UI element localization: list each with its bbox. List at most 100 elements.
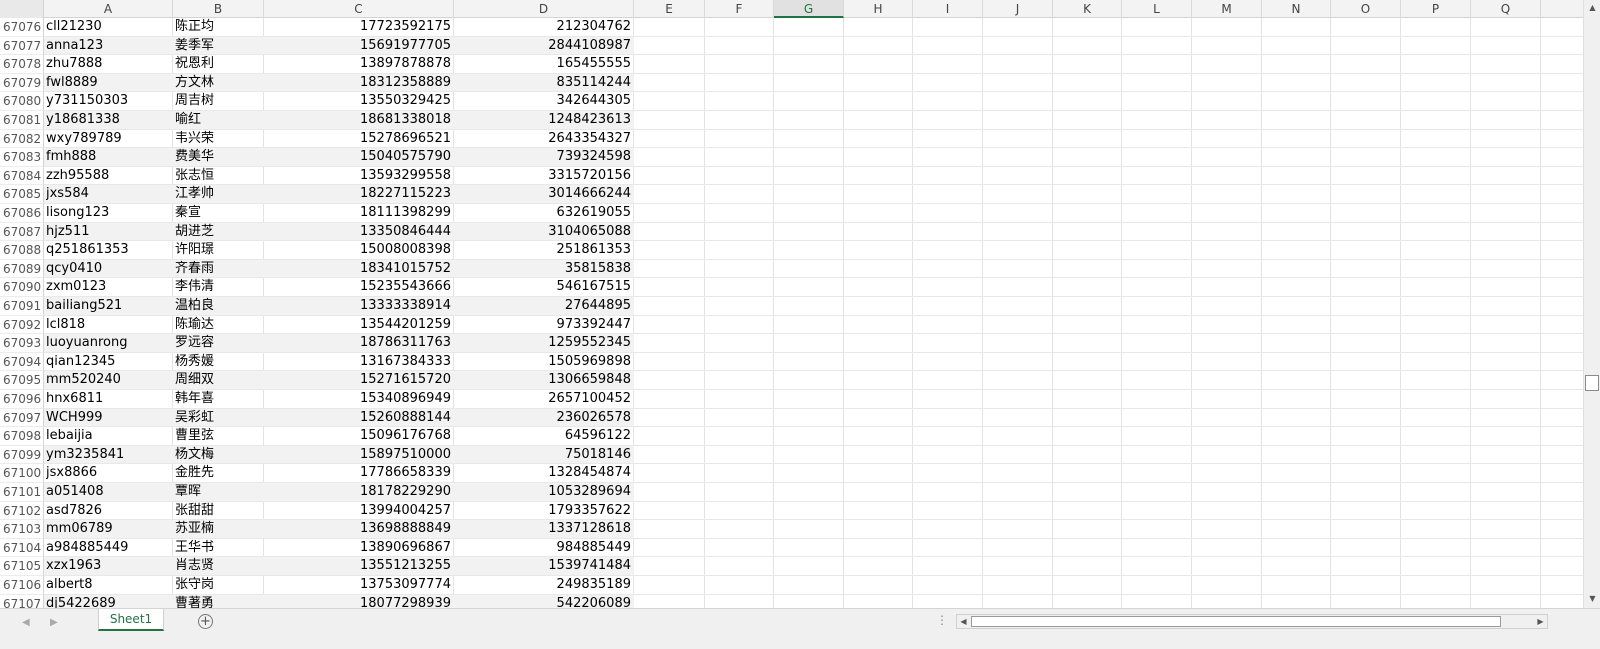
column-header-k[interactable]: K bbox=[1053, 0, 1122, 18]
cell-b[interactable]: 陈正均 bbox=[175, 18, 262, 37]
cell-d[interactable]: 64596122 bbox=[454, 427, 631, 446]
cell-a[interactable]: fmh888 bbox=[46, 148, 171, 167]
scroll-left-icon[interactable]: ◀ bbox=[957, 615, 970, 628]
row-header[interactable]: 67102 bbox=[0, 501, 44, 521]
row-header[interactable]: 67084 bbox=[0, 166, 44, 186]
cell-b[interactable]: 陈瑜达 bbox=[175, 316, 262, 335]
sheet-nav-prev-icon[interactable]: ◀ bbox=[22, 617, 30, 628]
column-header-a[interactable]: A bbox=[44, 0, 173, 18]
column-header-e[interactable]: E bbox=[634, 0, 705, 18]
cell-a[interactable]: luoyuanrong bbox=[46, 334, 171, 353]
cell-b[interactable]: 许阳璟 bbox=[175, 241, 262, 260]
cell-a[interactable]: ym3235841 bbox=[46, 446, 171, 465]
cell-c[interactable]: 13698888849 bbox=[264, 520, 451, 539]
cell-d[interactable]: 1053289694 bbox=[454, 483, 631, 502]
cell-c[interactable]: 18077298939 bbox=[264, 595, 451, 608]
cell-a[interactable]: q251861353 bbox=[46, 241, 171, 260]
cell-a[interactable]: WCH999 bbox=[46, 409, 171, 428]
row-header[interactable]: 67089 bbox=[0, 259, 44, 279]
cell-c[interactable]: 13753097774 bbox=[264, 576, 451, 595]
cell-b[interactable]: 张甜甜 bbox=[175, 502, 262, 521]
cell-d[interactable]: 1505969898 bbox=[454, 353, 631, 372]
vertical-scroll-thumb[interactable] bbox=[1585, 375, 1599, 391]
column-header-i[interactable]: I bbox=[913, 0, 983, 18]
cell-a[interactable]: qcy0410 bbox=[46, 260, 171, 279]
cell-c[interactable]: 18178229290 bbox=[264, 483, 451, 502]
cell-a[interactable]: a984885449 bbox=[46, 539, 171, 558]
cell-a[interactable]: zzh95588 bbox=[46, 167, 171, 186]
cell-c[interactable]: 18681338018 bbox=[264, 111, 451, 130]
cell-a[interactable]: bailiang521 bbox=[46, 297, 171, 316]
cell-d[interactable]: 212304762 bbox=[454, 18, 631, 37]
row-header[interactable]: 67107 bbox=[0, 594, 44, 608]
cell-b[interactable]: 周吉树 bbox=[175, 92, 262, 111]
cell-d[interactable]: 165455555 bbox=[454, 55, 631, 74]
cell-b[interactable]: 覃晖 bbox=[175, 483, 262, 502]
cell-b[interactable]: 齐春雨 bbox=[175, 260, 262, 279]
row-header[interactable]: 67083 bbox=[0, 148, 44, 167]
cell-b[interactable]: 杨文梅 bbox=[175, 446, 262, 465]
row-header[interactable]: 67080 bbox=[0, 92, 44, 111]
row-header[interactable]: 67103 bbox=[0, 520, 44, 539]
cell-d[interactable]: 632619055 bbox=[454, 204, 631, 223]
column-header-p[interactable]: P bbox=[1401, 0, 1471, 18]
cell-a[interactable]: y731150303 bbox=[46, 92, 171, 111]
row-header[interactable]: 67081 bbox=[0, 111, 44, 130]
row-header[interactable]: 67076 bbox=[0, 18, 44, 37]
cell-c[interactable]: 15235543666 bbox=[264, 278, 451, 297]
cell-c[interactable]: 13544201259 bbox=[264, 316, 451, 335]
cell-b[interactable]: 韩年喜 bbox=[175, 390, 262, 409]
cell-a[interactable]: mm520240 bbox=[46, 371, 171, 390]
cell-c[interactable]: 13897878878 bbox=[264, 55, 451, 74]
row-header[interactable]: 67094 bbox=[0, 352, 44, 372]
cell-c[interactable]: 15340896949 bbox=[264, 390, 451, 409]
cell-a[interactable]: y18681338 bbox=[46, 111, 171, 130]
row-header[interactable]: 67093 bbox=[0, 334, 44, 353]
scroll-up-icon[interactable]: ▲ bbox=[1586, 2, 1599, 14]
cell-b[interactable]: 张志恒 bbox=[175, 167, 262, 186]
cell-c[interactable]: 18786311763 bbox=[264, 334, 451, 353]
column-header-q[interactable]: Q bbox=[1471, 0, 1541, 18]
vertical-scrollbar[interactable]: ▲ ▼ bbox=[1583, 0, 1600, 608]
cell-b[interactable]: 肖志贤 bbox=[175, 557, 262, 576]
cell-d[interactable]: 3315720156 bbox=[454, 167, 631, 186]
cell-c[interactable]: 17723592175 bbox=[264, 18, 451, 37]
cell-d[interactable]: 27644895 bbox=[454, 297, 631, 316]
cell-a[interactable]: jxs584 bbox=[46, 185, 171, 204]
row-header[interactable]: 67101 bbox=[0, 483, 44, 502]
cell-a[interactable]: mm06789 bbox=[46, 520, 171, 539]
cell-b[interactable]: 韦兴荣 bbox=[175, 130, 262, 149]
cell-d[interactable]: 3014666244 bbox=[454, 185, 631, 204]
options-dots-icon[interactable]: ⋮ bbox=[936, 613, 948, 627]
row-header[interactable]: 67106 bbox=[0, 576, 44, 595]
cell-b[interactable]: 杨秀媛 bbox=[175, 353, 262, 372]
cell-b[interactable]: 费美华 bbox=[175, 148, 262, 167]
horizontal-scrollbar[interactable]: ◀ ▶ bbox=[956, 614, 1548, 629]
cell-a[interactable]: lebaijia bbox=[46, 427, 171, 446]
cell-b[interactable]: 罗远容 bbox=[175, 334, 262, 353]
cell-a[interactable]: zxm0123 bbox=[46, 278, 171, 297]
cell-c[interactable]: 15271615720 bbox=[264, 371, 451, 390]
cell-b[interactable]: 李伟清 bbox=[175, 278, 262, 297]
cell-b[interactable]: 张守岗 bbox=[175, 576, 262, 595]
cell-c[interactable]: 13551213255 bbox=[264, 557, 451, 576]
cell-d[interactable]: 3104065088 bbox=[454, 223, 631, 242]
cell-d[interactable]: 1248423613 bbox=[454, 111, 631, 130]
cell-c[interactable]: 15278696521 bbox=[264, 130, 451, 149]
row-header[interactable]: 67078 bbox=[0, 55, 44, 74]
column-header-n[interactable]: N bbox=[1262, 0, 1331, 18]
cell-d[interactable]: 984885449 bbox=[454, 539, 631, 558]
cell-c[interactable]: 13167384333 bbox=[264, 353, 451, 372]
column-header-o[interactable]: O bbox=[1331, 0, 1401, 18]
cell-d[interactable]: 973392447 bbox=[454, 316, 631, 335]
cell-b[interactable]: 秦宣 bbox=[175, 204, 262, 223]
scroll-down-icon[interactable]: ▼ bbox=[1586, 593, 1599, 605]
cell-b[interactable]: 江孝帅 bbox=[175, 185, 262, 204]
cell-b[interactable]: 苏亚楠 bbox=[175, 520, 262, 539]
cell-a[interactable]: jsx8866 bbox=[46, 464, 171, 483]
horizontal-scroll-thumb[interactable] bbox=[971, 616, 1501, 627]
cell-a[interactable]: zhu7888 bbox=[46, 55, 171, 74]
column-header-b[interactable]: B bbox=[173, 0, 264, 18]
cell-c[interactable]: 15040575790 bbox=[264, 148, 451, 167]
column-header-d[interactable]: D bbox=[454, 0, 634, 18]
